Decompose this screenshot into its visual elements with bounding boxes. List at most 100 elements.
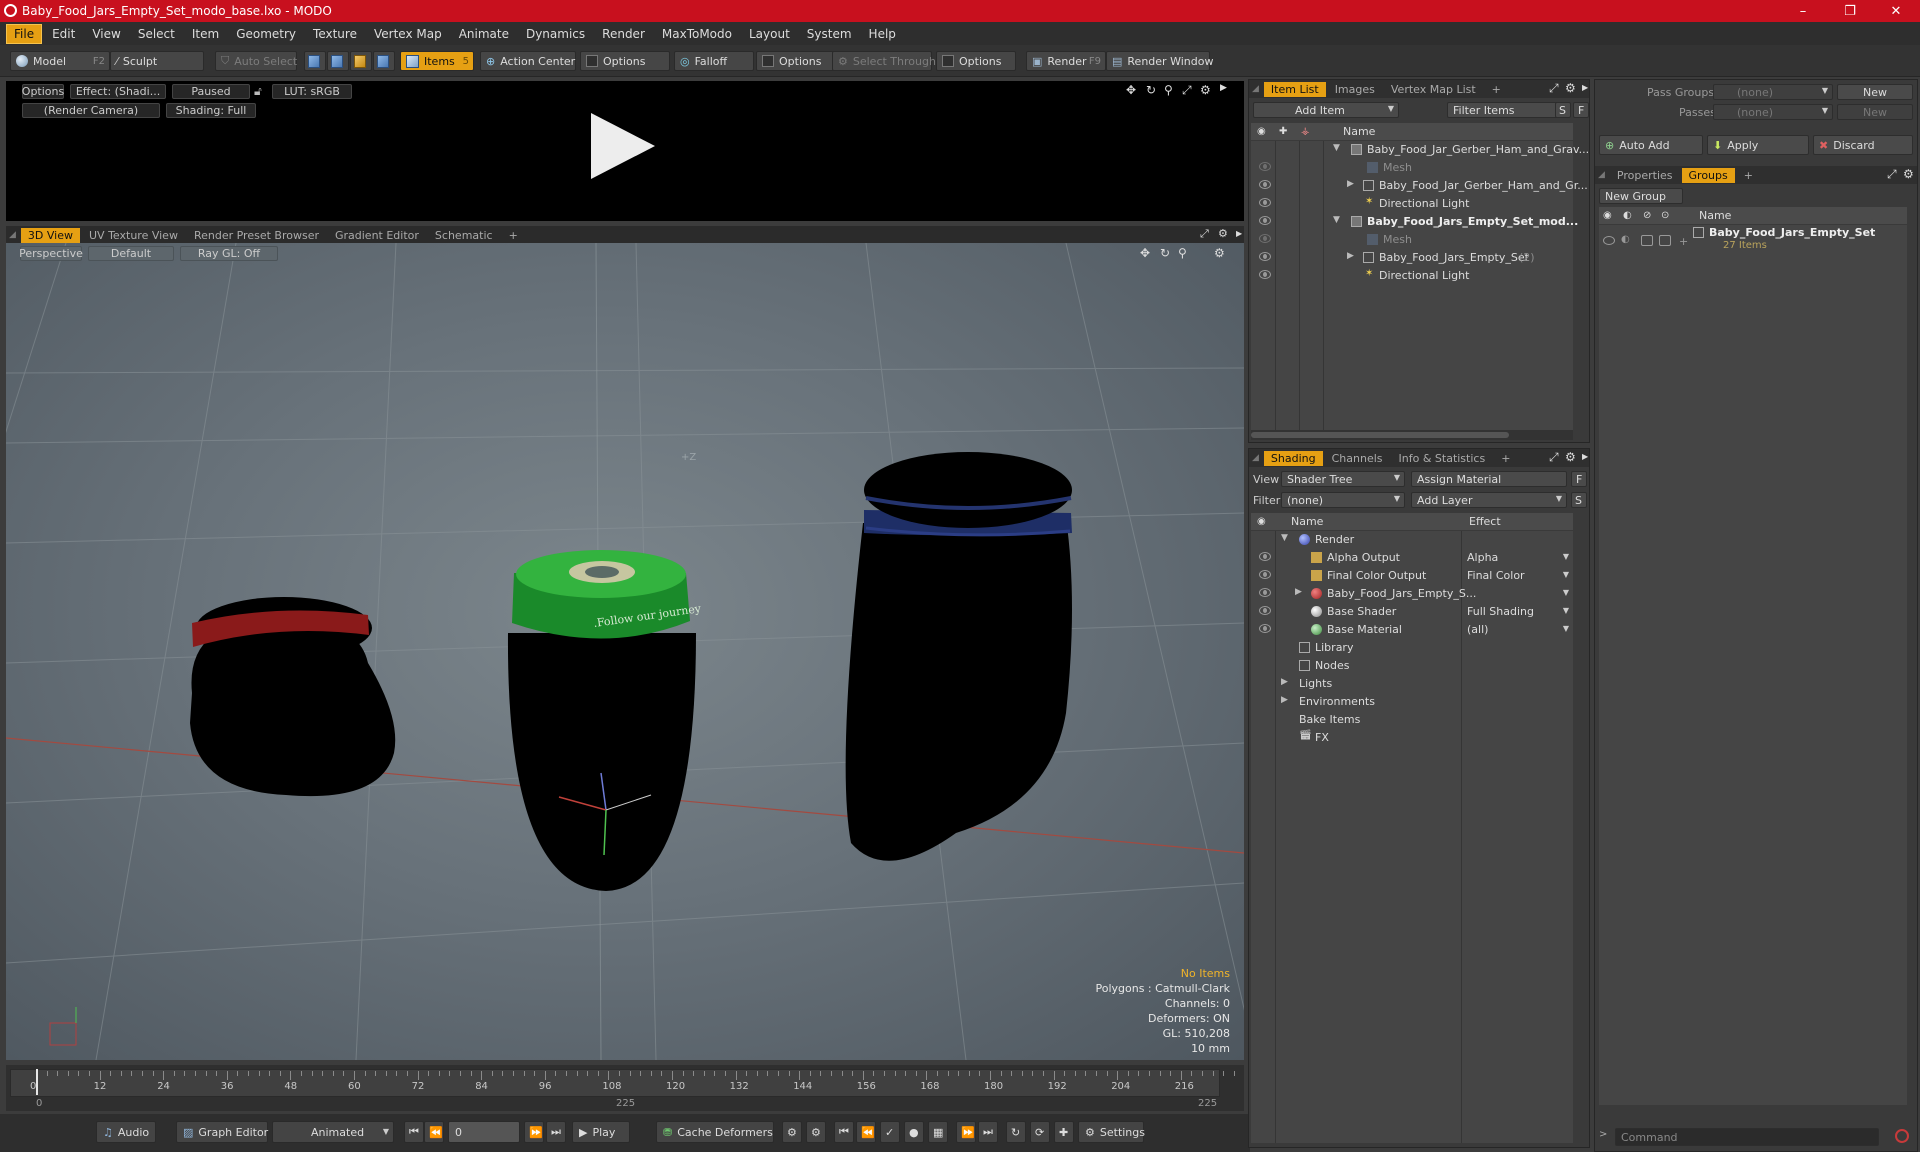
tab-groups[interactable]: Groups [1681, 167, 1735, 183]
group-row[interactable]: ◐ + Baby_Food_Jars_Empty_Set 27 Items [1599, 225, 1907, 261]
pan-icon[interactable]: ✥ [1126, 83, 1136, 97]
rotate-icon[interactable]: ↻ [1160, 246, 1170, 260]
select-through-options-button[interactable]: Options [936, 51, 1016, 71]
menu-dynamics[interactable]: Dynamics [519, 25, 592, 43]
prev-key-button[interactable]: ⏪ [424, 1121, 444, 1143]
shader-row-lights[interactable]: ▶ Lights [1251, 675, 1573, 693]
key-mode-button[interactable]: ▦ [928, 1121, 948, 1143]
shader-row-render[interactable]: ▼ Render [1251, 531, 1573, 549]
render-window-button[interactable]: ▤ Render Window [1106, 51, 1213, 71]
grip-icon[interactable]: ◢ [1249, 453, 1262, 463]
rotate-icon[interactable]: ↻ [1146, 83, 1156, 97]
shader-row-effect[interactable]: (all) [1467, 623, 1488, 636]
shader-row-effect[interactable]: Full Shading [1467, 605, 1534, 618]
shader-row-base-material[interactable]: Base Material (all) ▼ [1251, 621, 1573, 639]
next-key-button[interactable]: ⏩ [524, 1121, 544, 1143]
horizontal-scrollbar[interactable] [1251, 430, 1573, 440]
shader-row-library[interactable]: Library [1251, 639, 1573, 657]
tree-row-light-1[interactable]: ✶ Directional Light [1251, 195, 1573, 213]
name-column-header[interactable]: Name [1343, 125, 1375, 138]
left-jar[interactable] [190, 597, 396, 797]
grip-icon[interactable]: ◢ [1249, 84, 1262, 94]
tab-properties[interactable]: Properties [1610, 168, 1680, 183]
zoom-icon[interactable]: ⚲ [1164, 83, 1173, 97]
effect-dropdown[interactable]: Effect: (Shadi... [70, 84, 166, 99]
new-group-button[interactable]: New Group [1599, 188, 1683, 204]
chevron-down-icon[interactable]: ▼ [1563, 606, 1569, 615]
view-dropdown[interactable]: Shader Tree ▼ [1281, 471, 1405, 487]
collapse-arrow-icon[interactable]: ▼ [1281, 533, 1288, 543]
cache-deformers-button[interactable]: ⛃ Cache Deformers [656, 1121, 774, 1143]
falloff-options-button[interactable]: Options [756, 51, 836, 71]
shader-row-base-shader[interactable]: Base Shader Full Shading ▼ [1251, 603, 1573, 621]
add-layer-dropdown[interactable]: Add Layer ▼ [1411, 492, 1567, 508]
pin-button[interactable]: ✚ [1054, 1121, 1074, 1143]
menu-texture[interactable]: Texture [306, 25, 364, 43]
menu-help[interactable]: Help [862, 25, 903, 43]
menu-item[interactable]: Item [185, 25, 226, 43]
menu-vertex-map[interactable]: Vertex Map [367, 25, 449, 43]
audio-button[interactable]: ♫ Audio [96, 1121, 156, 1143]
auto-add-button[interactable]: ⊕ Auto Add [1599, 135, 1703, 155]
tab-uv-texture-view[interactable]: UV Texture View [82, 228, 185, 243]
lock-checkbox[interactable] [1641, 235, 1653, 246]
visibility-eye-icon[interactable] [1603, 236, 1615, 245]
maximize-panel-icon[interactable]: ⤢ [1887, 167, 1897, 182]
expand-plus-icon[interactable]: + [1679, 235, 1688, 248]
expand-arrow-icon[interactable]: ▶ [1220, 83, 1227, 93]
go-to-end-button[interactable]: ⏭ [546, 1121, 566, 1143]
settings-gear-icon[interactable]: ⚙ [1200, 83, 1211, 97]
menu-animate[interactable]: Animate [452, 25, 516, 43]
menu-edit[interactable]: Edit [45, 25, 82, 43]
chevron-down-icon[interactable]: ▼ [1563, 570, 1569, 579]
playhead[interactable] [36, 1069, 38, 1095]
panel-menu-arrow-icon[interactable]: ▶ [1582, 83, 1588, 92]
new-pass-group-button[interactable]: New [1837, 84, 1913, 100]
passes-dropdown[interactable]: (none) ▼ [1713, 104, 1833, 120]
options-checkbox[interactable] [586, 55, 598, 67]
tree-row-scene-1[interactable]: ▼ Baby_Food_Jar_Gerber_Ham_and_Grav... [1251, 141, 1589, 159]
new-pass-button[interactable]: New [1837, 104, 1913, 120]
command-history-icon[interactable] [1895, 1129, 1909, 1143]
tab-shading[interactable]: Shading [1263, 450, 1323, 466]
filter-dropdown[interactable]: (none) ▼ [1281, 492, 1405, 508]
visibility-eye-icon[interactable] [1259, 270, 1271, 279]
key-next-button[interactable]: ⏭ [978, 1121, 998, 1143]
lut-dropdown[interactable]: LUT: sRGB [272, 84, 352, 99]
tab-images[interactable]: Images [1328, 82, 1382, 97]
assign-material-button[interactable]: Assign Material [1411, 471, 1567, 487]
grip-icon[interactable]: ◢ [6, 230, 19, 240]
name-column-header[interactable]: Name [1699, 209, 1731, 222]
key-prev-button[interactable]: ⏮ [834, 1121, 854, 1143]
key-back-button[interactable]: ⏪ [856, 1121, 876, 1143]
tree-row-mesh-2[interactable]: Mesh [1251, 231, 1573, 249]
fit-icon[interactable]: ⤢ [1182, 83, 1192, 98]
render-button[interactable]: ▣ Render F9 [1026, 51, 1106, 71]
maximize-button[interactable]: ❐ [1827, 0, 1873, 22]
add-tab-button[interactable]: + [1485, 82, 1508, 97]
paused-button[interactable]: Paused [172, 84, 250, 99]
add-tab-button[interactable]: + [1737, 168, 1760, 183]
visibility-eye-icon[interactable] [1259, 180, 1271, 189]
panel-menu-arrow-icon[interactable]: ▶ [1582, 452, 1588, 461]
play-icon[interactable] [591, 113, 655, 179]
visibility-eye-icon[interactable] [1259, 588, 1271, 597]
select-through-button[interactable]: ⚙ Select Through [832, 51, 936, 71]
shader-row-effect[interactable]: Final Color [1467, 569, 1525, 582]
name-column-header[interactable]: Name [1291, 515, 1323, 528]
render-toggle-icon[interactable]: ◐ [1621, 234, 1630, 245]
grip-icon[interactable]: ◢ [1595, 170, 1608, 180]
visibility-eye-icon[interactable] [1259, 552, 1271, 561]
shader-row-material-group[interactable]: ▶ Baby_Food_Jars_Empty_S... ▼ [1251, 585, 1573, 603]
default-dropdown[interactable]: Default [88, 246, 174, 261]
menu-layout[interactable]: Layout [742, 25, 797, 43]
tab-3d-view[interactable]: 3D View [20, 227, 80, 243]
model-mode-button[interactable]: Model F2 [10, 51, 110, 71]
vertices-mode-button[interactable] [304, 51, 326, 71]
tab-vertex-map-list[interactable]: Vertex Map List [1384, 82, 1483, 97]
menu-geometry[interactable]: Geometry [229, 25, 303, 43]
key-tool-button[interactable]: ⚙ [782, 1121, 802, 1143]
record-button[interactable]: ● [904, 1121, 924, 1143]
tree-row-group-1[interactable]: ▶ Baby_Food_Jar_Gerber_Ham_and_Gr... [1251, 177, 1588, 195]
shading-dropdown[interactable]: Shading: Full [166, 103, 256, 118]
